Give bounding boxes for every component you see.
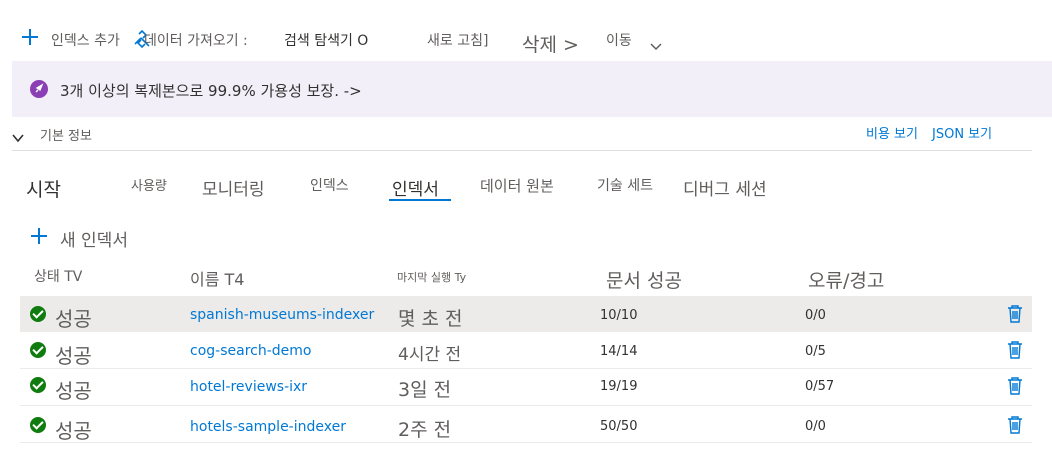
docs-succeeded-value: 10/10 — [600, 308, 638, 323]
tab-data-sources[interactable]: 데이터 원본 — [480, 175, 554, 196]
check-circle-icon — [30, 377, 46, 393]
status-text: 성공 — [55, 419, 92, 443]
tab-indexers-active-indicator — [389, 199, 451, 201]
search-explorer-button[interactable]: 검색 탐색기 O — [284, 30, 368, 50]
column-header-errors-warnings[interactable]: 오류/경고 — [808, 266, 884, 293]
last-run-text: 3일 전 — [398, 379, 452, 401]
last-run-text: 2주 전 — [398, 419, 452, 441]
row-divider — [20, 368, 1032, 369]
banner-text[interactable]: 3개 이상의 복제본으로 99.9% 가용성 보장. -> — [60, 80, 362, 101]
trash-icon[interactable] — [1007, 377, 1023, 395]
import-data-button[interactable]: 데이터 가져오기 : — [144, 30, 248, 50]
row-divider — [20, 405, 1032, 406]
indexer-name-link[interactable]: spanish-museums-indexer — [190, 307, 374, 323]
indexer-name-link[interactable]: hotel-reviews-ixr — [190, 379, 307, 395]
docs-succeeded-value: 19/19 — [600, 379, 638, 394]
trash-icon[interactable] — [1007, 341, 1023, 359]
errors-warnings-value: 0/5 — [805, 344, 826, 359]
docs-succeeded-value: 14/14 — [600, 344, 638, 359]
add-index-button[interactable]: 인덱스 추가 — [51, 30, 120, 50]
status-text: 성공 — [55, 379, 92, 403]
view-json-link[interactable]: JSON 보기 — [932, 123, 992, 142]
column-header-name[interactable]: 이름 T4 — [190, 266, 244, 290]
errors-warnings-value: 0/0 — [805, 419, 826, 434]
tab-get-started[interactable]: 시작 — [26, 175, 61, 202]
status-text: 성공 — [55, 307, 92, 331]
check-circle-icon — [30, 306, 46, 322]
docs-succeeded-value: 50/50 — [600, 419, 638, 434]
new-indexer-button[interactable]: 새 인덱서 — [60, 226, 128, 251]
errors-warnings-value: 0/0 — [805, 308, 826, 323]
refresh-button[interactable]: 새로 고침] — [427, 30, 488, 50]
tab-indexers[interactable]: 인덱서 — [392, 175, 439, 200]
column-header-docs-succeeded[interactable]: 문서 성공 — [606, 266, 682, 293]
indexer-name-link[interactable]: cog-search-demo — [190, 343, 311, 359]
move-button[interactable]: 이동 — [606, 30, 632, 50]
tab-skillsets[interactable]: 기술 세트 — [597, 175, 653, 195]
trash-icon[interactable] — [1007, 305, 1023, 323]
last-run-text: 4시간 전 — [398, 345, 462, 365]
row-divider — [20, 442, 1032, 443]
check-circle-icon — [30, 417, 46, 433]
last-run-text: 몇 초 전 — [398, 308, 463, 330]
trash-icon[interactable] — [1007, 416, 1023, 434]
indexer-name-link[interactable]: hotels-sample-indexer — [190, 419, 346, 435]
essentials-divider — [12, 150, 1032, 151]
tab-debug-sessions[interactable]: 디버그 세션 — [683, 175, 767, 200]
add-index-plus-icon[interactable] — [20, 27, 40, 47]
tab-indexes[interactable]: 인덱스 — [310, 175, 349, 195]
table-row[interactable] — [20, 296, 1032, 332]
view-cost-link[interactable]: 비용 보기 — [866, 123, 918, 142]
check-circle-icon — [30, 342, 46, 358]
essentials-chevron-icon[interactable] — [12, 128, 24, 143]
tab-usage[interactable]: 사용량 — [131, 175, 167, 194]
column-header-status[interactable]: 상태 TV — [34, 266, 82, 286]
errors-warnings-value: 0/57 — [805, 379, 835, 394]
new-indexer-plus-icon[interactable] — [30, 227, 48, 245]
delete-button[interactable]: 삭제 > — [522, 30, 579, 57]
column-header-last-run[interactable]: 마지막 실행 Ty — [397, 269, 466, 285]
status-text: 성공 — [55, 344, 92, 368]
tab-monitoring[interactable]: 모니터링 — [202, 175, 265, 200]
rocket-icon — [30, 80, 48, 98]
essentials-label[interactable]: 기본 정보 — [40, 125, 92, 144]
chevron-down-icon[interactable] — [650, 36, 662, 51]
